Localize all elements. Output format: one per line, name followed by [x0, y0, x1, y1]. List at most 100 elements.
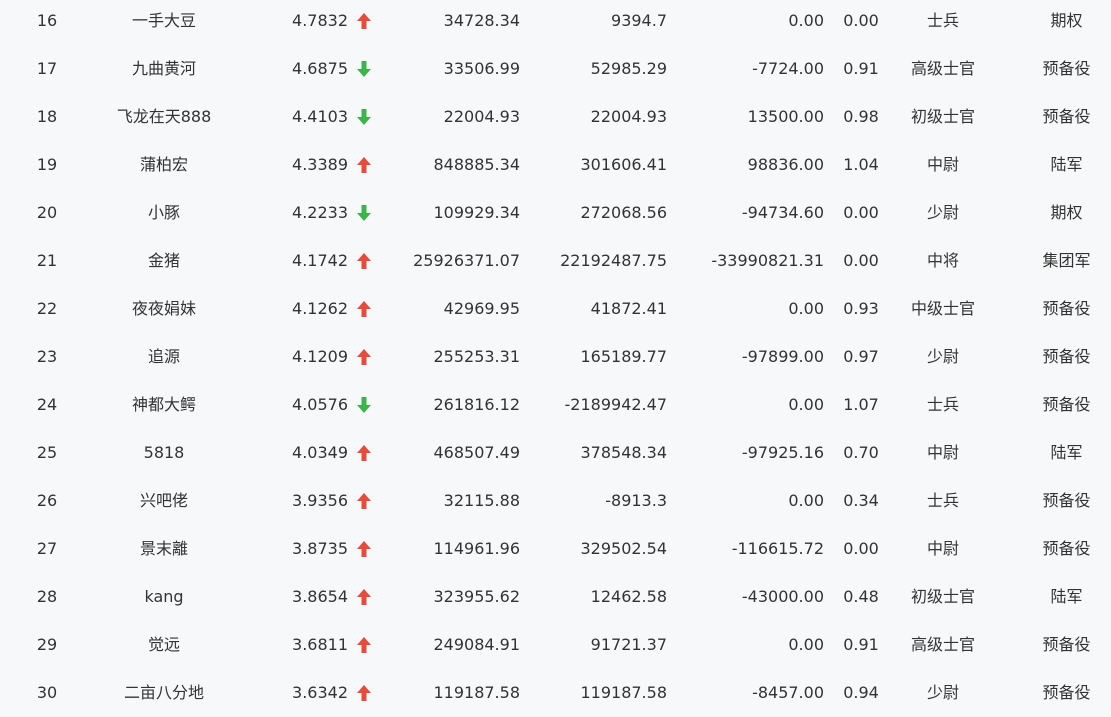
score-cell: 4.7832 — [292, 11, 348, 30]
table-row[interactable]: 18 飞龙在天888 4.4103 22004.93 22004.93 1350… — [0, 93, 1111, 141]
rank-cell: 25 — [36, 443, 58, 462]
value-c-cell: -8457.00 — [752, 683, 824, 702]
value-a-cell: 42969.95 — [443, 299, 520, 318]
ratio-cell: 0.94 — [843, 683, 879, 702]
ratio-cell: 1.07 — [843, 395, 879, 414]
rank-cell: 20 — [36, 203, 58, 222]
value-a-cell: 261816.12 — [433, 395, 520, 414]
table-row[interactable]: 27 景末離 3.8735 114961.96 329502.54 -11661… — [0, 525, 1111, 573]
rank-title-cell: 少尉 — [926, 683, 959, 702]
user-name-cell[interactable]: 5818 — [94, 429, 234, 477]
user-name-cell[interactable]: 蒲柏宏 — [94, 141, 234, 189]
branch-cell: 预备役 — [1042, 59, 1091, 78]
value-c-cell: 0.00 — [788, 395, 824, 414]
ratio-cell: 0.93 — [843, 299, 879, 318]
table-row[interactable]: 23 追源 4.1209 255253.31 165189.77 -97899.… — [0, 333, 1111, 381]
arrow-up-icon — [356, 573, 374, 621]
table-row[interactable]: 20 小豚 4.2233 109929.34 272068.56 -94734.… — [0, 189, 1111, 237]
rank-title-cell: 初级士官 — [910, 107, 975, 126]
rank-cell: 18 — [36, 107, 58, 126]
user-name-cell[interactable]: 神都大鳄 — [94, 381, 234, 429]
score-cell: 3.8654 — [292, 587, 348, 606]
table-row[interactable]: 30 二亩八分地 3.6342 119187.58 119187.58 -845… — [0, 669, 1111, 717]
ratio-cell: 0.00 — [843, 251, 879, 270]
value-c-cell: -97899.00 — [741, 347, 824, 366]
user-name-cell[interactable]: 夜夜娟妹 — [94, 285, 234, 333]
table-row[interactable]: 29 觉远 3.6811 249084.91 91721.37 0.00 0.9… — [0, 621, 1111, 669]
value-c-cell: 0.00 — [788, 299, 824, 318]
rank-cell: 30 — [36, 683, 58, 702]
rank-title-cell: 中尉 — [926, 539, 959, 558]
rank-title-cell: 士兵 — [926, 11, 959, 30]
branch-cell: 预备役 — [1042, 107, 1091, 126]
arrow-up-icon — [356, 141, 374, 189]
rank-title-cell: 高级士官 — [910, 59, 975, 78]
table-row[interactable]: 21 金猪 4.1742 25926371.07 22192487.75 -33… — [0, 237, 1111, 285]
value-c-cell: -33990821.31 — [711, 251, 824, 270]
score-cell: 4.0349 — [292, 443, 348, 462]
arrow-up-icon — [356, 669, 374, 717]
ranking-table: 16 一手大豆 4.7832 34728.34 9394.7 0.00 0.00… — [0, 0, 1111, 711]
user-name-cell[interactable]: 兴吧佬 — [94, 477, 234, 525]
rank-cell: 16 — [36, 11, 58, 30]
table-row[interactable]: 16 一手大豆 4.7832 34728.34 9394.7 0.00 0.00… — [0, 0, 1111, 45]
value-a-cell: 119187.58 — [433, 683, 520, 702]
score-cell: 4.1209 — [292, 347, 348, 366]
table-row[interactable]: 24 神都大鳄 4.0576 261816.12 -2189942.47 0.0… — [0, 381, 1111, 429]
rank-cell: 21 — [36, 251, 58, 270]
user-name-cell[interactable]: 飞龙在天888 — [94, 93, 234, 141]
branch-cell: 预备役 — [1042, 491, 1091, 510]
arrow-up-icon — [356, 621, 374, 669]
table-row[interactable]: 26 兴吧佬 3.9356 32115.88 -8913.3 0.00 0.34… — [0, 477, 1111, 525]
score-cell: 4.1262 — [292, 299, 348, 318]
user-name-cell[interactable]: 觉远 — [94, 621, 234, 669]
ratio-cell: 0.91 — [843, 635, 879, 654]
user-name-cell[interactable]: 追源 — [94, 333, 234, 381]
score-cell: 3.9356 — [292, 491, 348, 510]
branch-cell: 预备役 — [1042, 635, 1091, 654]
value-b-cell: 22192487.75 — [560, 251, 667, 270]
rank-cell: 24 — [36, 395, 58, 414]
score-cell: 3.8735 — [292, 539, 348, 558]
value-a-cell: 255253.31 — [433, 347, 520, 366]
ratio-cell: 1.04 — [843, 155, 879, 174]
rank-title-cell: 中级士官 — [910, 299, 975, 318]
score-cell: 4.0576 — [292, 395, 348, 414]
table-row[interactable]: 28 kang 3.8654 323955.62 12462.58 -43000… — [0, 573, 1111, 621]
rank-title-cell: 少尉 — [926, 203, 959, 222]
value-b-cell: 301606.41 — [580, 155, 667, 174]
score-cell: 4.1742 — [292, 251, 348, 270]
user-name-cell[interactable]: 金猪 — [94, 237, 234, 285]
rank-cell: 28 — [36, 587, 58, 606]
table-row[interactable]: 19 蒲柏宏 4.3389 848885.34 301606.41 98836.… — [0, 141, 1111, 189]
user-name-cell[interactable]: 小豚 — [94, 189, 234, 237]
user-name-cell[interactable]: 二亩八分地 — [94, 669, 234, 717]
rank-cell: 29 — [36, 635, 58, 654]
rank-title-cell: 中尉 — [926, 443, 959, 462]
value-a-cell: 33506.99 — [443, 59, 520, 78]
user-name-cell[interactable]: 九曲黄河 — [94, 45, 234, 93]
rank-cell: 26 — [36, 491, 58, 510]
rank-title-cell: 高级士官 — [910, 635, 975, 654]
value-b-cell: 91721.37 — [590, 635, 667, 654]
value-a-cell: 22004.93 — [443, 107, 520, 126]
branch-cell: 期权 — [1050, 203, 1083, 222]
ratio-cell: 0.91 — [843, 59, 879, 78]
table-row[interactable]: 17 九曲黄河 4.6875 33506.99 52985.29 -7724.0… — [0, 45, 1111, 93]
arrow-up-icon — [356, 0, 374, 45]
value-b-cell: 119187.58 — [580, 683, 667, 702]
branch-cell: 期权 — [1050, 11, 1083, 30]
branch-cell: 陆军 — [1050, 155, 1083, 174]
table-row[interactable]: 22 夜夜娟妹 4.1262 42969.95 41872.41 0.00 0.… — [0, 285, 1111, 333]
value-c-cell: -7724.00 — [752, 59, 824, 78]
user-name-cell[interactable]: 一手大豆 — [94, 0, 234, 45]
value-b-cell: 41872.41 — [590, 299, 667, 318]
ratio-cell: 0.98 — [843, 107, 879, 126]
value-a-cell: 25926371.07 — [413, 251, 520, 270]
user-name-cell[interactable]: 景末離 — [94, 525, 234, 573]
score-cell: 4.3389 — [292, 155, 348, 174]
user-name-cell[interactable]: kang — [94, 573, 234, 621]
rank-cell: 27 — [36, 539, 58, 558]
table-row[interactable]: 25 5818 4.0349 468507.49 378548.34 -9792… — [0, 429, 1111, 477]
arrow-up-icon — [356, 525, 374, 573]
